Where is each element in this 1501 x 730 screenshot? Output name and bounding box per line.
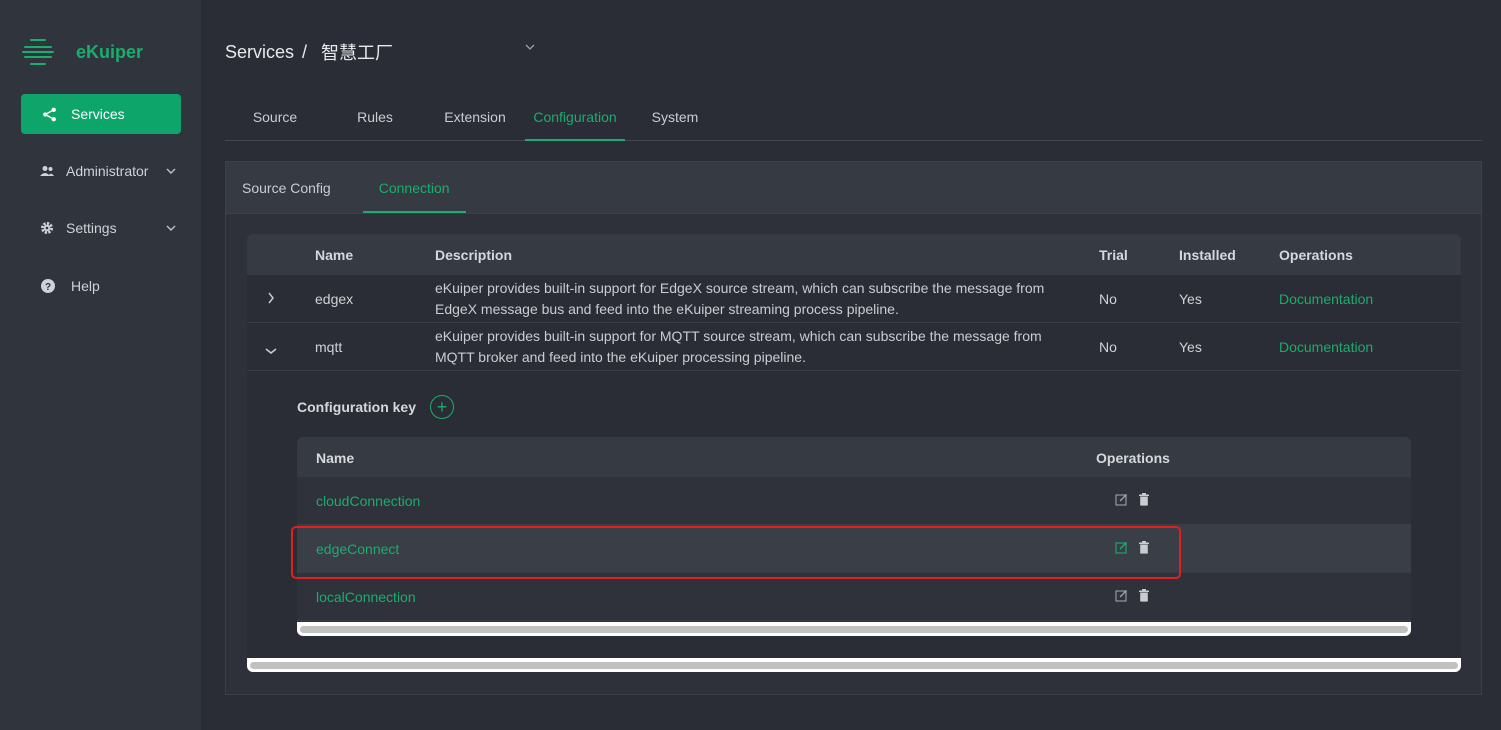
tab-system[interactable]: System — [625, 100, 725, 141]
breadcrumb-root[interactable]: Services — [225, 42, 294, 63]
add-config-key-button[interactable]: + — [430, 395, 455, 419]
tab-source[interactable]: Source — [225, 100, 325, 141]
config-key-header: Configuration key + — [297, 395, 455, 419]
table-header: Name Operations — [297, 437, 1411, 477]
share-icon — [43, 107, 56, 121]
main-tabs: Source Rules Extension Configuration Sys… — [225, 100, 1482, 141]
row-name: mqtt — [315, 339, 343, 355]
row-description: eKuiper provides built-in support for MQ… — [435, 328, 1042, 365]
sidebar: eKuiper Services Administrator Settings … — [0, 0, 201, 730]
table-row: cloudConnection — [297, 477, 1411, 525]
header-description: Description — [435, 247, 513, 263]
documentation-link[interactable]: Documentation — [1279, 339, 1373, 355]
app-name: eKuiper — [76, 41, 144, 62]
header-trial: Trial — [1099, 247, 1128, 263]
horizontal-scrollbar[interactable] — [247, 658, 1461, 672]
chevron-down-icon — [166, 166, 176, 177]
sidebar-item-label: Services — [71, 106, 125, 122]
config-key-table: Name Operations cloudConnection edgeConn… — [297, 437, 1411, 636]
row-name: edgex — [315, 291, 354, 307]
tab-source-config[interactable]: Source Config — [226, 162, 347, 213]
scrollbar-thumb[interactable] — [250, 662, 1458, 669]
scrollbar-thumb[interactable] — [300, 626, 1408, 633]
header-name: Name — [315, 247, 354, 263]
horizontal-scrollbar[interactable] — [297, 622, 1411, 636]
header-operations: Operations — [1096, 450, 1170, 466]
config-key-title: Configuration key — [297, 399, 417, 415]
delete-icon[interactable] — [1138, 589, 1150, 602]
edit-icon[interactable] — [1115, 589, 1128, 602]
chevron-down-icon[interactable] — [525, 41, 535, 53]
table-row: localConnection — [297, 573, 1411, 621]
table-row: edgeConnect — [297, 525, 1411, 573]
table-row: edgex eKuiper provides built-in support … — [247, 275, 1461, 323]
config-key-name-link[interactable]: edgeConnect — [316, 541, 399, 557]
tab-configuration[interactable]: Configuration — [525, 100, 625, 141]
delete-icon[interactable] — [1138, 493, 1150, 506]
row-operations — [1115, 541, 1150, 554]
row-operations — [1115, 589, 1150, 602]
header-name: Name — [316, 450, 355, 466]
table-header: Name Description Trial Installed Operati… — [247, 234, 1461, 275]
sidebar-item-help[interactable]: ? Help — [40, 278, 176, 294]
tab-connection[interactable]: Connection — [362, 162, 466, 213]
edit-icon[interactable] — [1115, 493, 1128, 506]
expand-chevron-down-icon[interactable] — [265, 342, 277, 358]
svg-text:?: ? — [45, 282, 51, 293]
app-logo[interactable]: eKuiper — [22, 37, 143, 67]
row-operations — [1115, 493, 1150, 506]
delete-icon[interactable] — [1138, 541, 1150, 554]
tab-rules[interactable]: Rules — [325, 100, 425, 141]
row-trial: No — [1099, 291, 1117, 307]
main-content: Services / 智慧工厂 Source Rules Extension C… — [201, 0, 1501, 730]
chevron-down-icon — [166, 223, 176, 234]
ekuiper-logo-icon — [22, 37, 54, 67]
breadcrumb-separator: / — [302, 41, 308, 62]
row-installed: Yes — [1179, 291, 1202, 307]
expand-chevron-right-icon[interactable] — [267, 291, 275, 307]
breadcrumb: Services / 智慧工厂 — [225, 39, 535, 65]
row-trial: No — [1099, 339, 1117, 355]
breadcrumb-current-node[interactable]: 智慧工厂 — [321, 39, 393, 65]
gear-icon — [41, 222, 53, 234]
configuration-panel: Source Config Connection Name Descriptio… — [225, 161, 1482, 695]
sidebar-item-settings[interactable]: Settings — [40, 220, 176, 236]
config-key-name-link[interactable]: cloudConnection — [316, 493, 420, 509]
row-description: eKuiper provides built-in support for Ed… — [435, 280, 1045, 317]
sub-tabs: Source Config Connection — [226, 162, 1481, 214]
row-installed: Yes — [1179, 339, 1202, 355]
header-operations: Operations — [1279, 247, 1353, 263]
config-key-name-link[interactable]: localConnection — [316, 589, 416, 605]
help-icon: ? — [41, 279, 55, 293]
edit-icon[interactable] — [1115, 541, 1128, 554]
expanded-row-config: Configuration key + Name Operations clou… — [247, 371, 1461, 660]
documentation-link[interactable]: Documentation — [1279, 291, 1373, 307]
header-installed: Installed — [1179, 247, 1236, 263]
sidebar-item-label: Help — [71, 278, 100, 294]
sidebar-item-administrator[interactable]: Administrator — [40, 163, 176, 179]
users-icon — [40, 166, 54, 176]
table-row: mqtt eKuiper provides built-in support f… — [247, 323, 1461, 371]
tab-extension[interactable]: Extension — [425, 100, 525, 141]
connection-table: Name Description Trial Installed Operati… — [247, 234, 1461, 672]
sidebar-item-services[interactable]: Services — [21, 94, 181, 134]
sidebar-item-label: Settings — [66, 220, 117, 236]
sidebar-item-label: Administrator — [66, 163, 149, 179]
